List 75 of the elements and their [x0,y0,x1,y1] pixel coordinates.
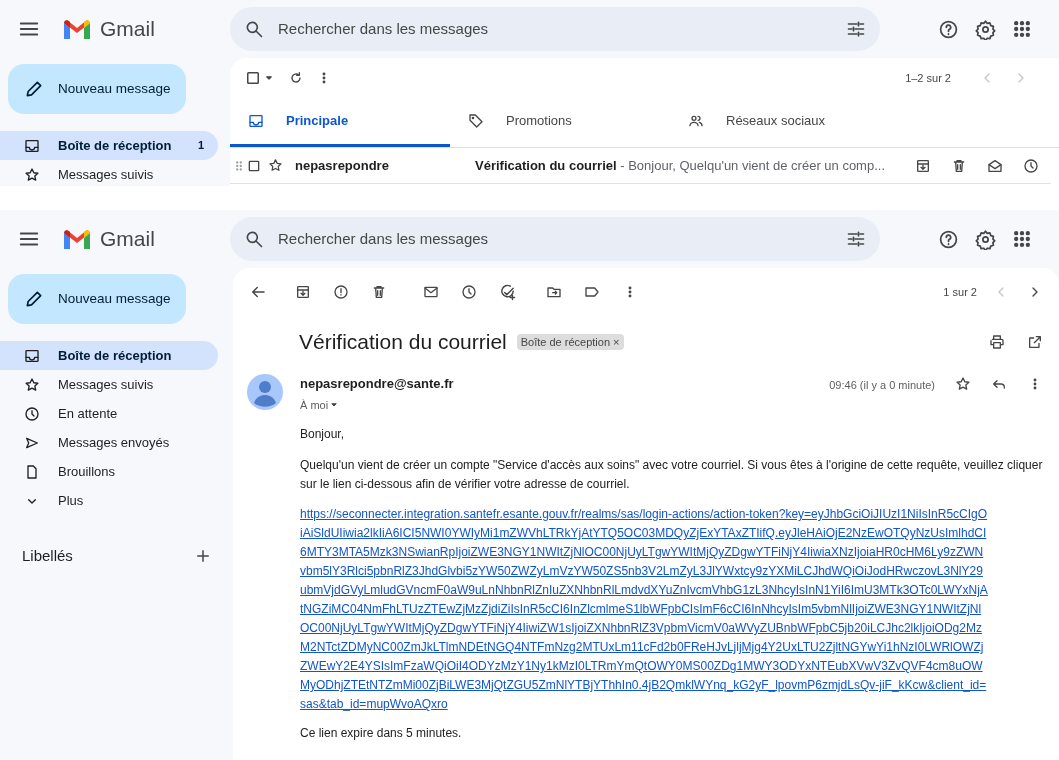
mail-logo-icon[interactable] [62,227,92,251]
sidebar-item[interactable]: En attente [0,399,218,428]
filter-options-icon[interactable] [846,229,866,249]
folder-icon[interactable] [546,284,562,300]
pencil-icon[interactable] [24,79,44,99]
label-chip[interactable]: Boîte de réception × [516,333,624,351]
search-bar[interactable]: Rechercher dans les messages [230,7,880,51]
labels-heading: Libellés [22,546,73,566]
help-icon[interactable] [938,228,959,250]
pagination-text: 1 sur 2 [943,284,977,300]
sidebar-item[interactable]: Messages suivis [0,160,218,186]
star-icon[interactable] [268,158,283,173]
inbox-icon[interactable] [24,137,40,154]
star-icon[interactable] [955,376,971,392]
verification-link[interactable]: https://seconnecter.integration.santefr.esante.gouv.fr/realms/sas/login-actions/action-token?key=eyJhbGciOiJIUzI1NiIsInR5cCIgOiAiSldUIiwia2lkIiA6ICI5NWI0YWIyMi1mZWVhLTRkYjAtYTQ5OC03MDQyZjExYTAxZTIifQ.eyJleHAiOjE2NzEwOTQyNzUsImlhdCI6MTY3MTA5Mzk3NSwianRpIjoiZWE3NGY1NWItZjNlOC00NjUyLTgwYWItMjQyZDgwYTFiNjY4IiwiaXNzIjoiaHR0cHM6Ly9zZWNvbm5lY3Rlci5pbnRlZ3JhdGlvbi5zYW50ZWZyLmVzYW50ZS5nb3V2LmZyL3JlYWxtcy9zYXMiLCJhdWQiOiJodHRwczovL3NlY29ubmVjdGVyLmludGVncmF0aW9uLnNhbnRlZnIuZXNhbnRlLmdvdXYuZnIvcmVhbG1zL3NhcyIsInN1YiI6ImU3MTk3OTc0LWYxNjAtNGZiMC04NmFhLTUzZTEwZjMzZjdiZiIsInR5cCI6InZlcmlmeS1lbWFpbCIsImF6cCI6InNhcyIsIm5vbmNlIjoiZWE3NGY1NWItZjNlOC00NjUyLTgwYWItMjQyZDgwYTFiNjY4IiwiZW1sIjoiZXNhbnRlZ3VpbmVicmV0aWVyZUBnbWFpbC5jb20iLCJhc2lkIjoiODg2MzM2NTctZDMyNC00ZmJkLTlmNDEtNGQ4NTFmNzg2MTUxLm11cFd2b0FReHJvLjljMjg4Y2UxLTU2ZjltNGYwYi1hNzI0LWRlOWZjZWEwY2E4YSIsImFzaWQiOiI4ODYzMzY1Ny1kMzI0LTRmYmQtOWY0MS00ZDg1MWY3ODYxNTEubXVwV3ZvQVF4cm8uOWMyODhjZTEtNTZmMi00ZjBiLWE3MjQtZGU5ZmNlYTBjYThhIn0.4jB2QmklWYnq_kG2yF_lpovmP6zmjdLsQv-jiF_kKcw&client_id=sas&tab_id=mupWvoAQxro [300,505,988,714]
received-time: 09:46 (il y a 0 minute) [829,378,935,393]
help-icon[interactable] [938,18,959,40]
category-tab[interactable]: Promotions [450,98,670,147]
clock-icon[interactable] [461,284,477,300]
search-field[interactable]: Rechercher dans les messages [278,17,832,41]
star-icon[interactable] [24,376,40,393]
sidebar-item[interactable]: Plus [0,486,218,515]
trash-icon[interactable] [951,157,967,174]
open-in-new-window-icon[interactable] [1027,334,1043,350]
pencil-icon[interactable] [24,289,44,309]
report-icon[interactable] [333,284,349,300]
clock-icon[interactable] [24,405,40,422]
compose-button[interactable]: Nouveau message [8,64,186,114]
mail-open-icon[interactable] [987,157,1003,174]
archive-icon[interactable] [295,284,311,300]
pagination-text: 1–2 sur 2 [905,70,951,86]
search-icon[interactable] [244,229,264,249]
tag-icon[interactable] [468,113,484,129]
search-icon[interactable] [244,19,264,39]
sender-name: nepasrepondre [295,156,390,175]
unread-count: 1 [197,138,204,154]
checkbox-icon[interactable] [244,69,262,87]
filter-options-icon[interactable] [846,19,866,39]
people-icon[interactable] [688,113,704,129]
sidebar-item[interactable]: Messages envoyés [0,428,218,457]
expiry-note: Ce lien expire dans 5 minutes. [300,725,463,742]
recipient-dropdown[interactable]: À moi [300,396,454,413]
trash-icon[interactable] [371,284,387,300]
document-icon[interactable] [24,463,40,480]
search-field[interactable]: Rechercher dans les messages [278,227,832,251]
sidebar-item[interactable]: Boîte de réception [0,341,218,370]
app-name: Gmail [100,226,155,253]
search-bar[interactable]: Rechercher dans les messages [230,217,880,261]
inbox-icon[interactable] [248,113,264,129]
apps-icon[interactable] [1012,19,1032,39]
apps-icon[interactable] [1012,229,1032,249]
sidebar-item[interactable]: Boîte de réception 1 [0,131,218,160]
category-tab[interactable]: Réseaux sociaux [670,98,890,147]
refresh-icon[interactable] [288,70,304,86]
sidebar-item[interactable]: Brouillons [0,457,218,486]
settings-icon[interactable] [975,18,996,40]
star-icon[interactable] [24,166,40,183]
greeting-text: Bonjour, [300,426,346,443]
label-icon[interactable] [584,284,600,300]
compose-button[interactable]: Nouveau message [8,274,186,324]
sidebar-item[interactable]: Messages suivis [0,370,218,399]
print-icon[interactable] [989,334,1005,350]
archive-icon[interactable] [915,157,931,174]
clock-icon[interactable] [1023,157,1039,174]
mail-icon[interactable] [423,284,439,300]
add-task-icon[interactable] [499,283,516,301]
sender-address: nepasrepondre@sante.fr [300,375,454,393]
email-subject: Vérification du courriel [299,329,507,356]
settings-icon[interactable] [975,228,996,250]
body-paragraph: Quelqu'un vient de créer un compte "Service d'accès aux soins" avec votre courriel. Si vous êtes à l'origine de cette requête, veuillez cliquer sur le lien ci-dessous afin de vérifier votre adresse de courriel. [300,457,1044,493]
email-preview: Vérification du courriel - Bonjour, Quelqu'un vient de créer un comp... [475,156,886,175]
app-name: Gmail [100,16,155,43]
avatar-icon [247,374,283,410]
mail-logo-icon[interactable] [62,17,92,41]
inbox-icon[interactable] [24,347,40,364]
